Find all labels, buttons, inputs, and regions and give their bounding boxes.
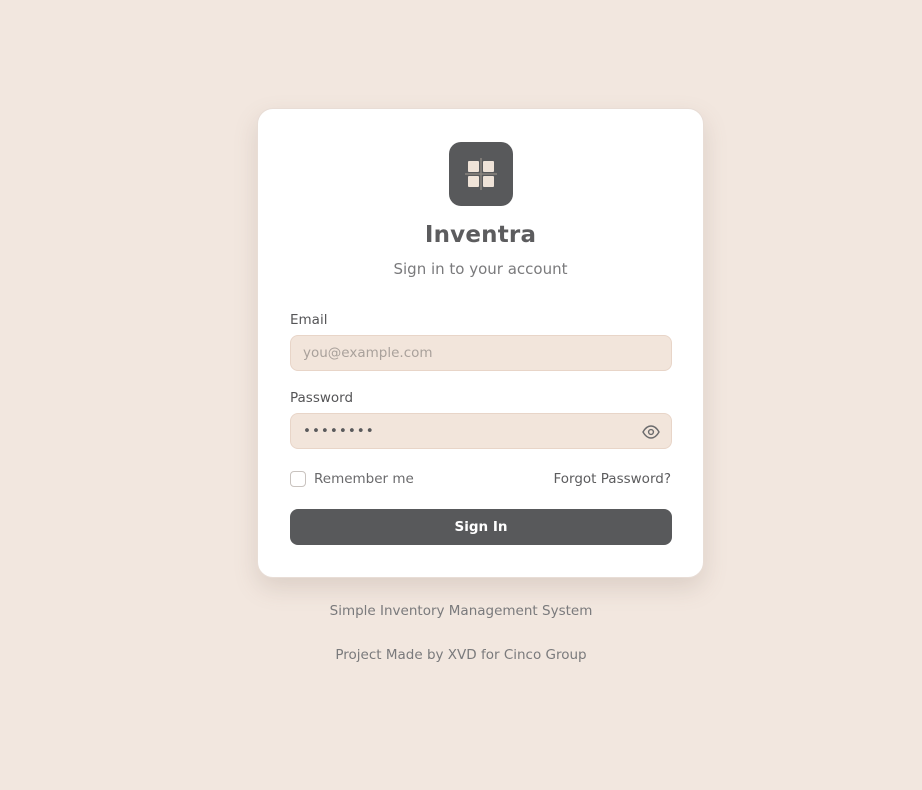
page-subtitle: Sign in to your account xyxy=(393,260,568,278)
remember-label: Remember me xyxy=(314,471,414,487)
forgot-password-link[interactable]: Forgot Password? xyxy=(554,471,672,487)
remember-checkbox[interactable] xyxy=(290,471,306,487)
login-card: Inventra Sign in to your account Email P… xyxy=(257,108,704,578)
app-logo xyxy=(449,142,513,206)
app-title: Inventra xyxy=(424,222,537,248)
email-input[interactable] xyxy=(290,335,672,371)
footer-tagline: Simple Inventory Management System xyxy=(329,603,593,619)
email-label: Email xyxy=(290,312,328,328)
grid-icon xyxy=(465,158,497,190)
remember-me[interactable]: Remember me xyxy=(290,471,414,487)
sign-in-button[interactable]: Sign In xyxy=(290,509,672,545)
password-input[interactable] xyxy=(290,413,672,449)
footer-credit: Project Made by XVD for Cinco Group xyxy=(335,647,587,663)
password-label: Password xyxy=(290,390,354,406)
eye-icon[interactable] xyxy=(642,424,660,439)
